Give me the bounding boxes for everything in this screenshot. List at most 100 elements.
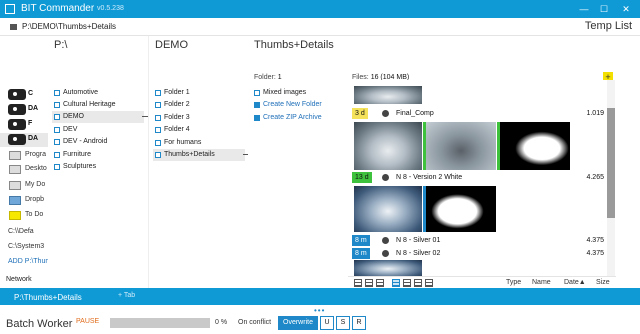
add-tab-button[interactable]: + Tab (118, 292, 135, 299)
maximize-button[interactable]: ☐ (596, 2, 612, 16)
folder-label: Sculptures (63, 163, 97, 170)
drives-panel: C DA F DA Progra Deskto My Do Dropb To D… (0, 36, 60, 288)
details-view-icon[interactable] (365, 279, 373, 287)
tab-thumbs-details[interactable]: P:\Thumbs+Details (0, 290, 112, 305)
age-badge: 3 d (352, 108, 368, 119)
grid-view-icon[interactable] (425, 279, 433, 287)
folder-item[interactable]: Folder 1 (153, 87, 245, 99)
checkbox[interactable] (155, 102, 161, 108)
file-row[interactable]: 13 d N 8 - Version 2 White 4.265 (352, 172, 604, 183)
folder-item-selected[interactable]: DEMO (52, 111, 150, 123)
age-badge: 8 m (352, 235, 370, 246)
folder-item[interactable]: DEV - Android (52, 136, 144, 148)
column-header: Thumbs+Details (254, 39, 334, 51)
compact-view-icon[interactable] (376, 279, 384, 287)
thumbnail[interactable] (354, 122, 422, 170)
sort-bar: Type Name Date▲ Size (348, 276, 616, 288)
thumbnail[interactable] (426, 186, 496, 232)
column-header: P:\ (54, 39, 68, 51)
close-button[interactable]: ✕ (618, 2, 634, 16)
checkbox[interactable] (155, 140, 161, 146)
on-conflict-label: On conflict (238, 319, 272, 326)
large-thumbs-view-icon[interactable] (414, 279, 422, 287)
sort-size[interactable]: Size (596, 279, 610, 286)
temp-list-button[interactable]: Temp List (585, 20, 632, 32)
sort-date[interactable]: Date▲ (564, 279, 586, 286)
sort-name[interactable]: Name (532, 279, 551, 286)
folder-label: For humans (164, 139, 202, 146)
folder-item[interactable]: Cultural Heritage (52, 99, 144, 111)
list-view-icon[interactable] (354, 279, 362, 287)
folder-label: Automotive (63, 89, 99, 96)
file-size: 1.019 (586, 110, 604, 117)
folder-item[interactable]: For humans (153, 137, 245, 149)
checkbox[interactable] (54, 102, 60, 108)
minimize-button[interactable]: — (576, 2, 592, 16)
recent-path[interactable]: C:\\Defa (8, 228, 34, 235)
selection-marker (423, 186, 426, 232)
path-bar: P:\DEMO\Thumbs+Details Temp List (0, 18, 640, 36)
checkbox[interactable] (54, 152, 60, 158)
checkbox[interactable] (155, 115, 161, 121)
checkbox[interactable] (54, 114, 60, 120)
batch-worker-bar: Batch Worker PAUSE 0 % On conflict Overw… (0, 312, 640, 334)
create-zip-button[interactable]: Create ZIP Archive (252, 112, 344, 124)
folder-label: Folder 2 (164, 101, 190, 108)
folder-item[interactable]: Automotive (52, 87, 144, 99)
thumbnail[interactable] (354, 86, 422, 104)
thumbs-view-icon[interactable] (403, 279, 411, 287)
folder-item[interactable]: Folder 4 (153, 124, 245, 136)
folder-item[interactable]: Folder 2 (153, 99, 245, 111)
folder-item[interactable]: Mixed images (252, 87, 344, 99)
thumbs-details-view-icon[interactable] (392, 279, 400, 287)
skip-button[interactable]: S (336, 316, 350, 330)
recent-path[interactable]: C:\System3 (8, 243, 44, 250)
plus-icon (254, 102, 260, 108)
create-folder-button[interactable]: Create New Folder (252, 99, 344, 111)
drive-label: DA (28, 135, 39, 142)
checkbox[interactable] (155, 90, 161, 96)
checkbox[interactable] (254, 90, 260, 96)
thumbnail[interactable] (354, 260, 422, 276)
recent-marker (497, 122, 500, 170)
drive-label: C (28, 90, 34, 97)
checkbox[interactable] (54, 164, 60, 170)
folder-item[interactable]: DEV (52, 124, 144, 136)
folder-item[interactable]: Sculptures (52, 161, 144, 173)
sort-type[interactable]: Type (506, 279, 521, 286)
checkbox[interactable] (54, 127, 60, 133)
batch-title: Batch Worker (6, 318, 73, 330)
documents-icon (9, 181, 21, 190)
folder-item[interactable]: Folder 3 (153, 112, 245, 124)
file-name: N 8 - Silver 01 (396, 237, 441, 244)
overwrite-button[interactable]: Overwrite (278, 316, 318, 330)
folder-icon (10, 24, 17, 30)
thumbnail[interactable] (426, 122, 496, 170)
thumbnail[interactable] (354, 186, 422, 232)
todo-icon (9, 211, 21, 220)
scrollbar-thumb[interactable] (607, 108, 615, 218)
checkbox[interactable] (155, 152, 161, 158)
pause-button[interactable]: PAUSE (76, 318, 99, 325)
checkbox[interactable] (155, 127, 161, 133)
zip-icon (254, 115, 260, 121)
drive-icon (8, 89, 26, 100)
file-row[interactable]: 8 m N 8 - Silver 01 4.375 (352, 235, 604, 246)
favorite-label: Deskto (25, 165, 47, 172)
file-row[interactable]: 8 m N 8 - Silver 02 4.375 (352, 248, 604, 259)
checkbox[interactable] (54, 90, 60, 96)
rename-button[interactable]: R (352, 316, 366, 330)
folder-label: Cultural Heritage (63, 101, 116, 108)
update-button[interactable]: U (320, 316, 334, 330)
recent-path[interactable]: ADD P:\Thum (8, 258, 51, 265)
folder-item-selected[interactable]: Thumbs+Details (153, 149, 251, 161)
folder-label: Folder 1 (164, 89, 190, 96)
current-path[interactable]: P:\DEMO\Thumbs+Details (22, 22, 116, 31)
network-label[interactable]: Network (6, 276, 32, 283)
thumbnail[interactable] (500, 122, 570, 170)
batch-progress-bar (110, 318, 210, 328)
folder-item[interactable]: Furniture (52, 149, 144, 161)
file-row[interactable]: 3 d Final_Comp 1.019 (352, 108, 604, 119)
file-size: 4.375 (586, 237, 604, 244)
checkbox[interactable] (54, 139, 60, 145)
